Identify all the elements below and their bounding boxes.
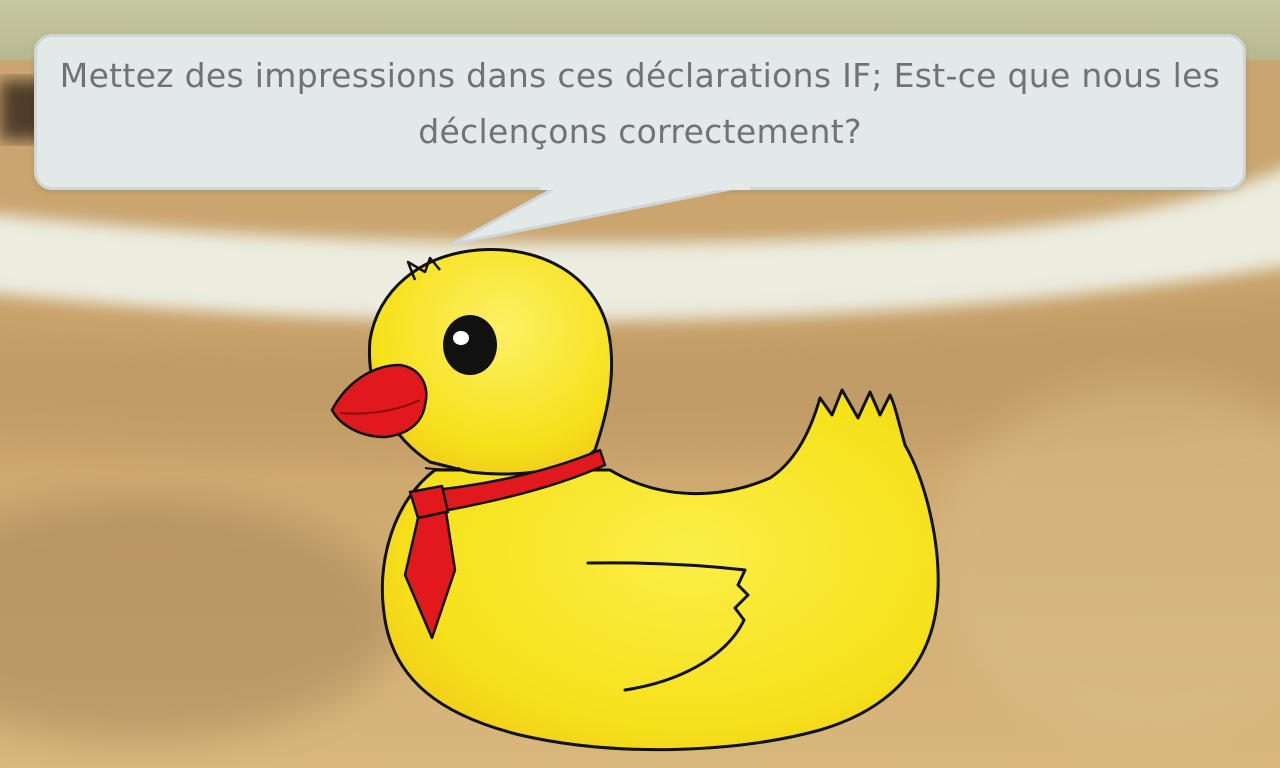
duck-eye [443,315,497,375]
game-scene: Mettez des impressions dans ces déclarat… [0,0,1280,768]
rubber-duck-character [330,247,940,752]
duck-beak [330,363,428,439]
